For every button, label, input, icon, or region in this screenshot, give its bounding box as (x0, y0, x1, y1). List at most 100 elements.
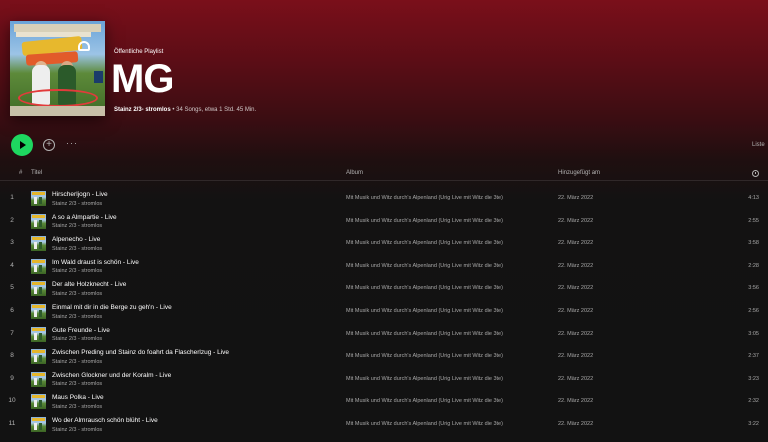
table-row[interactable]: 7 Gute Freunde - Live Stainz 2/3 - strom… (0, 323, 768, 346)
track-album[interactable]: Mit Musik und Witz durch's Alpenland (Ur… (346, 240, 503, 246)
column-album[interactable]: Album (346, 170, 363, 176)
track-album[interactable]: Mit Musik und Witz durch's Alpenland (Ur… (346, 285, 503, 291)
tracklist-header: # Titel Album Hinzugefügt am (0, 167, 768, 181)
track-artist[interactable]: Stainz 2/3 - stromlos (52, 291, 102, 297)
track-thumbnail (31, 281, 46, 297)
track-album[interactable]: Mit Musik und Witz durch's Alpenland (Ur… (346, 218, 503, 224)
track-date-added: 22. März 2022 (558, 308, 594, 314)
track-title[interactable]: Gute Freunde - Live (52, 327, 110, 334)
track-artist[interactable]: Stainz 2/3 - stromlos (52, 336, 102, 342)
more-options-button[interactable]: ··· (66, 138, 78, 148)
table-row[interactable]: 5 Der alte Holzknecht - Live Stainz 2/3 … (0, 277, 768, 300)
track-number: 3 (10, 239, 14, 247)
track-duration: 2:32 (748, 398, 759, 405)
clock-icon[interactable] (752, 170, 759, 177)
track-number: 5 (10, 284, 14, 292)
track-album[interactable]: Mit Musik und Witz durch's Alpenland (Ur… (346, 195, 503, 201)
column-date-added[interactable]: Hinzugefügt am (558, 170, 600, 176)
track-thumbnail (31, 304, 46, 319)
track-title[interactable]: Wo der Almrausch schön blüht - Live (52, 417, 158, 424)
track-album[interactable]: Mit Musik und Witz durch's Alpenland (Ur… (346, 263, 503, 269)
table-row[interactable]: 10 Maus Polka - Live Stainz 2/3 - stroml… (0, 390, 768, 413)
cover-ribbon (18, 89, 98, 107)
track-number: 8 (10, 352, 14, 360)
playlist-owner-link[interactable]: Stainz 2/3- stromlos (114, 107, 171, 113)
table-row[interactable]: 11 Wo der Almrausch schön blüht - Live S… (0, 413, 768, 436)
playlist-header: Öffentliche Playlist MG Stainz 2/3- stro… (0, 0, 768, 128)
column-title[interactable]: Titel (31, 170, 42, 176)
column-number: # (19, 170, 23, 176)
track-artist[interactable]: Stainz 2/3 - stromlos (52, 246, 102, 252)
track-duration: 3:58 (748, 240, 759, 247)
add-to-library-button[interactable]: + (43, 139, 55, 151)
playlist-type-label: Öffentliche Playlist (114, 49, 164, 55)
track-thumbnail (31, 394, 46, 410)
table-row[interactable]: 4 Im Wald draust is schön - Live Stainz … (0, 255, 768, 278)
track-date-added: 22. März 2022 (558, 375, 594, 382)
track-date-added: 22. März 2022 (558, 217, 594, 224)
track-artist[interactable]: Stainz 2/3 - stromlos (52, 314, 102, 320)
track-thumbnail (31, 371, 46, 387)
track-number: 6 (10, 307, 14, 314)
track-duration: 4:13 (748, 195, 759, 201)
track-duration: 2:56 (748, 308, 759, 314)
track-date-added: 22. März 2022 (558, 421, 594, 427)
cover-number-badge (94, 71, 103, 83)
playlist-title: MG (111, 57, 174, 101)
table-row[interactable]: 6 Einmal mit dir in die Berge zu geh'n -… (0, 300, 768, 323)
track-number: 11 (8, 420, 16, 427)
table-row[interactable]: 1 Hirscherljogn - Live Stainz 2/3 - stro… (0, 187, 768, 210)
track-title[interactable]: Der alte Holzknecht - Live (52, 281, 126, 288)
track-title[interactable]: Zwischen Glockner und der Koralm - Live (52, 372, 171, 379)
track-date-added: 22. März 2022 (558, 285, 594, 292)
track-artist[interactable]: Stainz 2/3 - stromlos (52, 381, 102, 387)
track-date-added: 22. März 2022 (558, 262, 594, 269)
track-album[interactable]: Mit Musik und Witz durch's Alpenland (Ur… (346, 331, 503, 337)
track-artist[interactable]: Stainz 2/3 - stromlos (52, 359, 102, 365)
track-thumbnail (31, 417, 46, 432)
cover-banner (14, 24, 101, 32)
track-number: 7 (10, 329, 14, 337)
track-title[interactable]: A so a Almpartie - Live (52, 214, 117, 221)
track-duration: 2:55 (748, 217, 759, 224)
track-thumbnail (31, 349, 46, 365)
track-duration: 3:23 (748, 375, 759, 382)
track-artist[interactable]: Stainz 2/3 - stromlos (52, 268, 102, 274)
track-artist[interactable]: Stainz 2/3 - stromlos (52, 427, 102, 433)
track-number: 2 (10, 216, 14, 224)
track-duration: 2:37 (748, 353, 759, 360)
track-number: 10 (8, 397, 16, 405)
track-album[interactable]: Mit Musik und Witz durch's Alpenland (Ur… (346, 376, 503, 382)
view-mode-toggle[interactable]: Liste (752, 142, 765, 148)
track-title[interactable]: Alpenecho - Live (52, 236, 100, 243)
play-button[interactable] (11, 134, 33, 156)
track-artist[interactable]: Stainz 2/3 - stromlos (52, 223, 102, 229)
track-title[interactable]: Im Wald draust is schön - Live (52, 259, 139, 266)
table-row[interactable]: 9 Zwischen Glockner und der Koralm - Liv… (0, 368, 768, 391)
play-icon (20, 141, 26, 149)
track-title[interactable]: Einmal mit dir in die Berge zu geh'n - L… (52, 304, 172, 311)
track-duration: 2:28 (748, 262, 759, 269)
track-thumbnail (31, 236, 46, 252)
track-album[interactable]: Mit Musik und Witz durch's Alpenland (Ur… (346, 421, 503, 427)
track-number: 9 (10, 374, 14, 382)
track-date-added: 22. März 2022 (558, 398, 594, 405)
track-number: 4 (10, 261, 14, 269)
track-album[interactable]: Mit Musik und Witz durch's Alpenland (Ur… (346, 308, 503, 314)
track-artist[interactable]: Stainz 2/3 - stromlos (52, 404, 102, 410)
track-date-added: 22. März 2022 (558, 195, 594, 201)
table-row[interactable]: 8 Zwischen Preding und Stainz do foahrt … (0, 345, 768, 368)
table-row[interactable]: 3 Alpenecho - Live Stainz 2/3 - stromlos… (0, 232, 768, 255)
track-title[interactable]: Hirscherljogn - Live (52, 191, 108, 198)
track-thumbnail (31, 326, 46, 342)
track-duration: 3:22 (748, 421, 759, 427)
track-artist[interactable]: Stainz 2/3 - stromlos (52, 201, 102, 207)
playlist-cover-image[interactable] (10, 21, 105, 116)
track-album[interactable]: Mit Musik und Witz durch's Alpenland (Ur… (346, 398, 503, 404)
table-row[interactable]: 2 A so a Almpartie - Live Stainz 2/3 - s… (0, 210, 768, 233)
track-album[interactable]: Mit Musik und Witz durch's Alpenland (Ur… (346, 353, 503, 359)
track-thumbnail (31, 258, 46, 274)
track-title[interactable]: Maus Polka - Live (52, 394, 104, 401)
track-title[interactable]: Zwischen Preding und Stainz do foahrt da… (52, 349, 229, 356)
heart-icon (78, 41, 90, 51)
